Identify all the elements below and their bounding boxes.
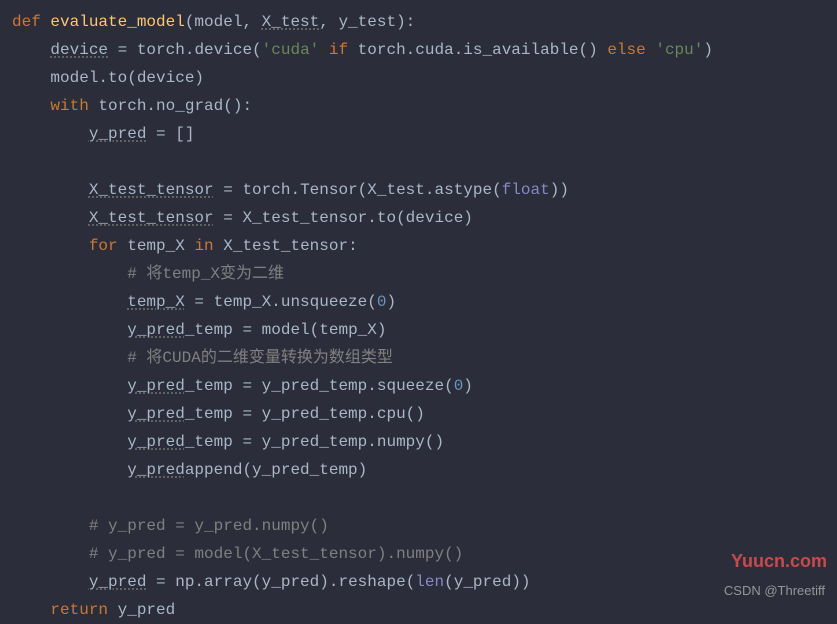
code-line: [2, 484, 837, 512]
code-editor[interactable]: def evaluate_model(model, X_test, y_test…: [2, 8, 837, 624]
code-line: y_predappend(y_pred_temp): [2, 456, 837, 484]
code-line: return y_pred: [2, 596, 837, 624]
code-line: temp_X = temp_X.unsqueeze(0): [2, 288, 837, 316]
code-line: # y_pred = y_pred.numpy(): [2, 512, 837, 540]
code-line: y_pred = []: [2, 120, 837, 148]
code-line: y_pred_temp = model(temp_X): [2, 316, 837, 344]
code-line: # 将CUDA的二维变量转换为数组类型: [2, 344, 837, 372]
code-line: # 将temp_X变为二维: [2, 260, 837, 288]
code-line: for temp_X in X_test_tensor:: [2, 232, 837, 260]
code-line: y_pred_temp = y_pred_temp.numpy(): [2, 428, 837, 456]
site-watermark: Yuucn.com: [731, 547, 827, 575]
code-line: X_test_tensor = X_test_tensor.to(device): [2, 204, 837, 232]
code-line: y_pred = np.array(y_pred).reshape(len(y_…: [2, 568, 837, 596]
code-line: # y_pred = model(X_test_tensor).numpy(): [2, 540, 837, 568]
code-line: model.to(device): [2, 64, 837, 92]
code-line: X_test_tensor = torch.Tensor(X_test.asty…: [2, 176, 837, 204]
csdn-watermark: CSDN @Threetiff: [724, 577, 825, 605]
code-line: y_pred_temp = y_pred_temp.cpu(): [2, 400, 837, 428]
code-line: with torch.no_grad():: [2, 92, 837, 120]
code-line: def evaluate_model(model, X_test, y_test…: [2, 8, 837, 36]
code-line: [2, 148, 837, 176]
code-line: device = torch.device('cuda' if torch.cu…: [2, 36, 837, 64]
code-line: y_pred_temp = y_pred_temp.squeeze(0): [2, 372, 837, 400]
